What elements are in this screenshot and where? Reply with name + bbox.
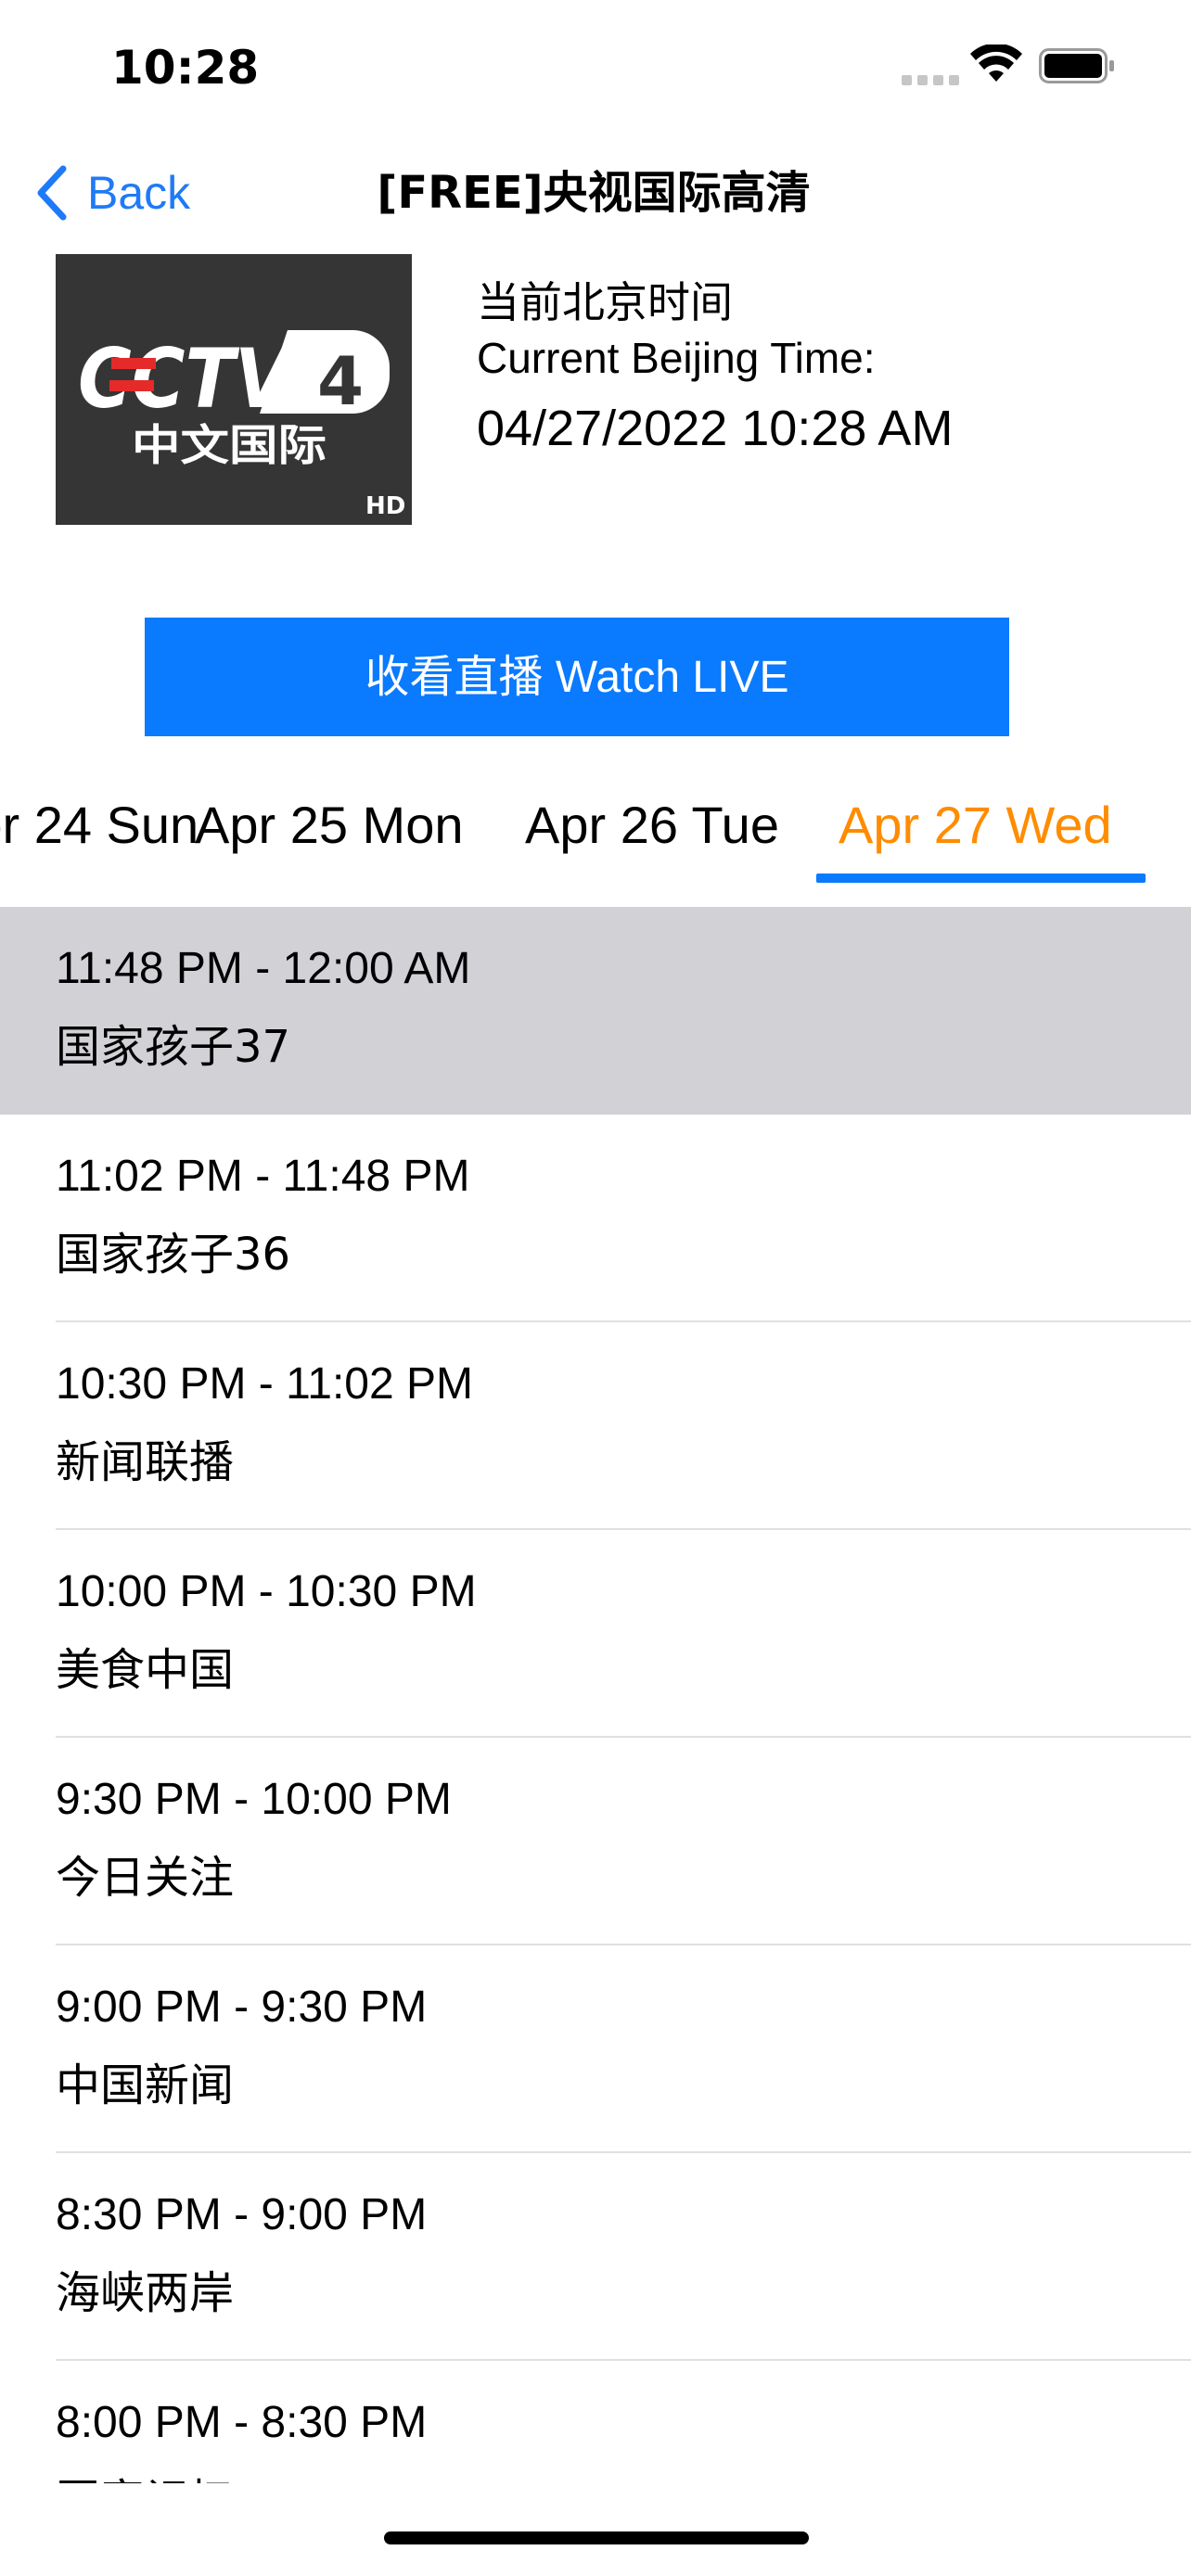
program-time: 10:30 PM - 11:02 PM — [56, 1359, 473, 1409]
time-label-en: Current Beijing Time: — [477, 334, 876, 382]
schedule-row[interactable]: 9:00 PM - 9:30 PM 中国新闻 — [0, 1945, 1191, 2153]
chevron-left-icon — [37, 165, 67, 221]
status-time: 10:28 — [111, 41, 260, 95]
program-time: 8:30 PM - 9:00 PM — [56, 2190, 428, 2239]
current-time: 04/27/2022 10:28 AM — [477, 401, 954, 456]
program-time: 9:30 PM - 10:00 PM — [56, 1775, 452, 1824]
schedule-row[interactable]: 11:48 PM - 12:00 AM 国家孩子37 — [0, 907, 1191, 1115]
schedule-row[interactable]: 11:02 PM - 11:48 PM 国家孩子36 — [0, 1115, 1191, 1322]
active-tab-indicator — [816, 874, 1146, 883]
schedule-row[interactable]: 9:30 PM - 10:00 PM 今日关注 — [0, 1738, 1191, 1945]
date-tabs: Apr 24 Sun Apr 25 Mon Apr 26 Tue Apr 27 … — [0, 777, 1191, 888]
battery-icon — [1039, 48, 1114, 83]
program-time: 11:02 PM - 11:48 PM — [56, 1152, 470, 1201]
program-title: 国家记忆 — [56, 2472, 234, 2483]
logo-number: 4 — [317, 342, 364, 420]
home-indicator[interactable] — [384, 2531, 809, 2544]
tab-apr-25[interactable]: Apr 25 Mon — [195, 777, 464, 874]
cellular-signal-icon — [902, 72, 959, 85]
schedule-row[interactable]: 10:00 PM - 10:30 PM 美食中国 — [0, 1530, 1191, 1738]
schedule-list[interactable]: 11:48 PM - 12:00 AM 国家孩子37 11:02 PM - 11… — [0, 907, 1191, 2483]
program-title: 海峡两岸 — [56, 2267, 235, 2319]
program-title: 美食中国 — [56, 1644, 235, 1696]
program-title: 国家孩子37 — [56, 1021, 291, 1073]
program-time: 10:00 PM - 10:30 PM — [56, 1567, 477, 1616]
program-title: 国家孩子36 — [56, 1229, 291, 1281]
program-time: 11:48 PM - 12:00 AM — [56, 944, 471, 993]
logo-hd-badge: HD — [365, 492, 405, 520]
logo-wordmark: CCTV — [78, 331, 296, 427]
wifi-icon — [970, 45, 1022, 82]
back-button[interactable]: Back — [33, 159, 190, 226]
program-time: 9:00 PM - 9:30 PM — [56, 1983, 428, 2032]
epg-screen: 10:28 Back [FREE]央视国际高清 CCTV 4 中文国际 HD 当… — [0, 0, 1191, 2576]
tab-apr-27[interactable]: Apr 27 Wed — [839, 777, 1112, 874]
page-title: [FREE]央视国际高清 — [377, 167, 811, 219]
schedule-row[interactable]: 8:00 PM - 8:30 PM 国家记忆 — [0, 2361, 1191, 2483]
program-time: 8:00 PM - 8:30 PM — [56, 2398, 428, 2447]
schedule-row[interactable]: 8:30 PM - 9:00 PM 海峡两岸 — [0, 2153, 1191, 2361]
time-label-cn: 当前北京时间 — [477, 277, 733, 327]
back-label: Back — [87, 167, 191, 219]
program-title: 新闻联播 — [56, 1436, 235, 1488]
program-title: 中国新闻 — [56, 2060, 235, 2111]
program-title: 今日关注 — [56, 1852, 235, 1904]
channel-logo: CCTV 4 中文国际 HD — [56, 254, 412, 525]
schedule-row[interactable]: 10:30 PM - 11:02 PM 新闻联播 — [0, 1322, 1191, 1530]
logo-subtitle: 中文国际 — [132, 420, 327, 470]
tab-apr-24[interactable]: Apr 24 Sun — [0, 777, 198, 874]
watch-live-button[interactable]: 收看直播 Watch LIVE — [145, 618, 1009, 736]
tab-apr-26[interactable]: Apr 26 Tue — [525, 777, 779, 874]
